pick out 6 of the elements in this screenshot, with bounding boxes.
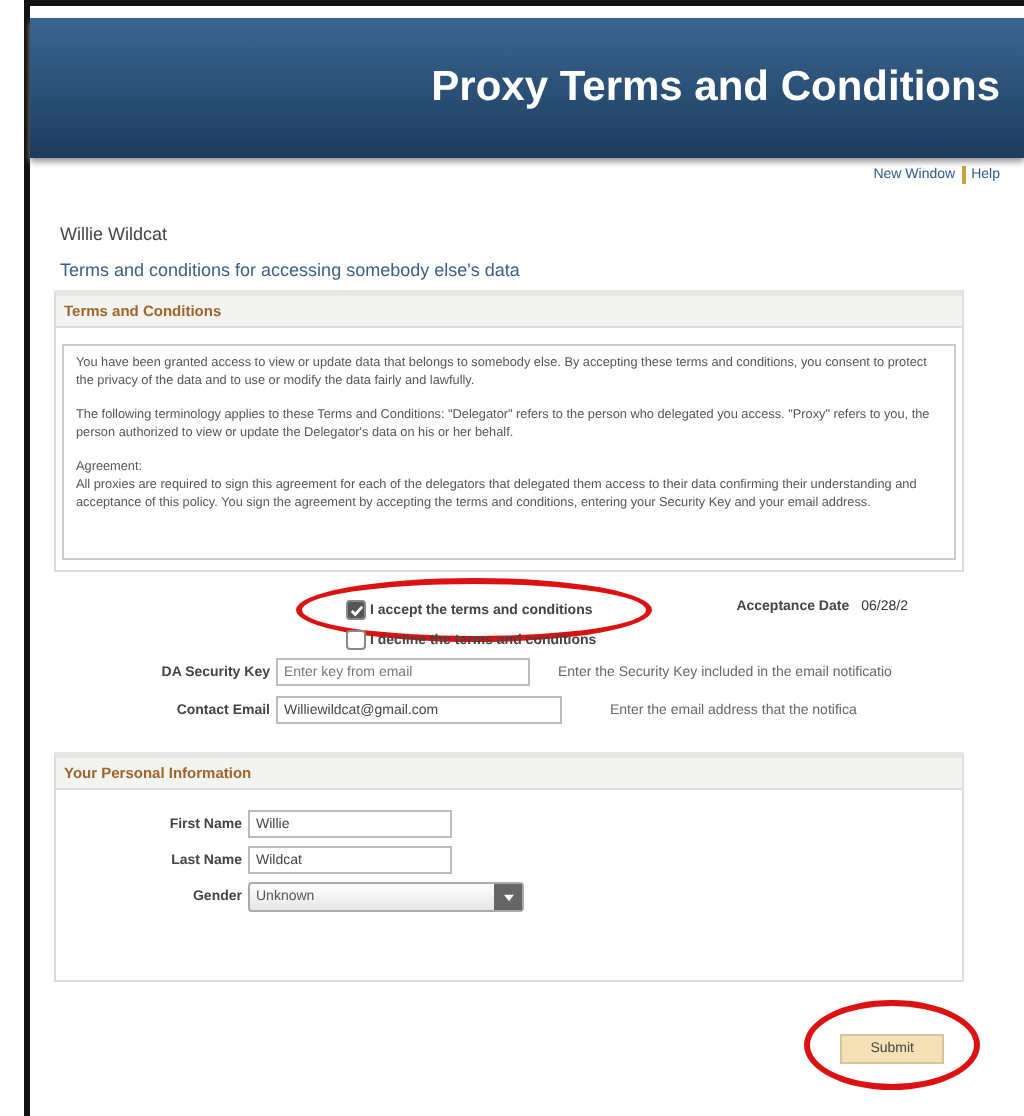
page-title: Proxy Terms and Conditions bbox=[431, 64, 1000, 112]
checkbox[interactable] bbox=[346, 600, 366, 620]
page-subtitle: Terms and conditions for accessing somebody else's data bbox=[60, 260, 522, 280]
checkbox[interactable] bbox=[346, 630, 366, 650]
user-name: Willie Wildcat bbox=[60, 224, 170, 244]
caret-icon bbox=[503, 893, 513, 901]
